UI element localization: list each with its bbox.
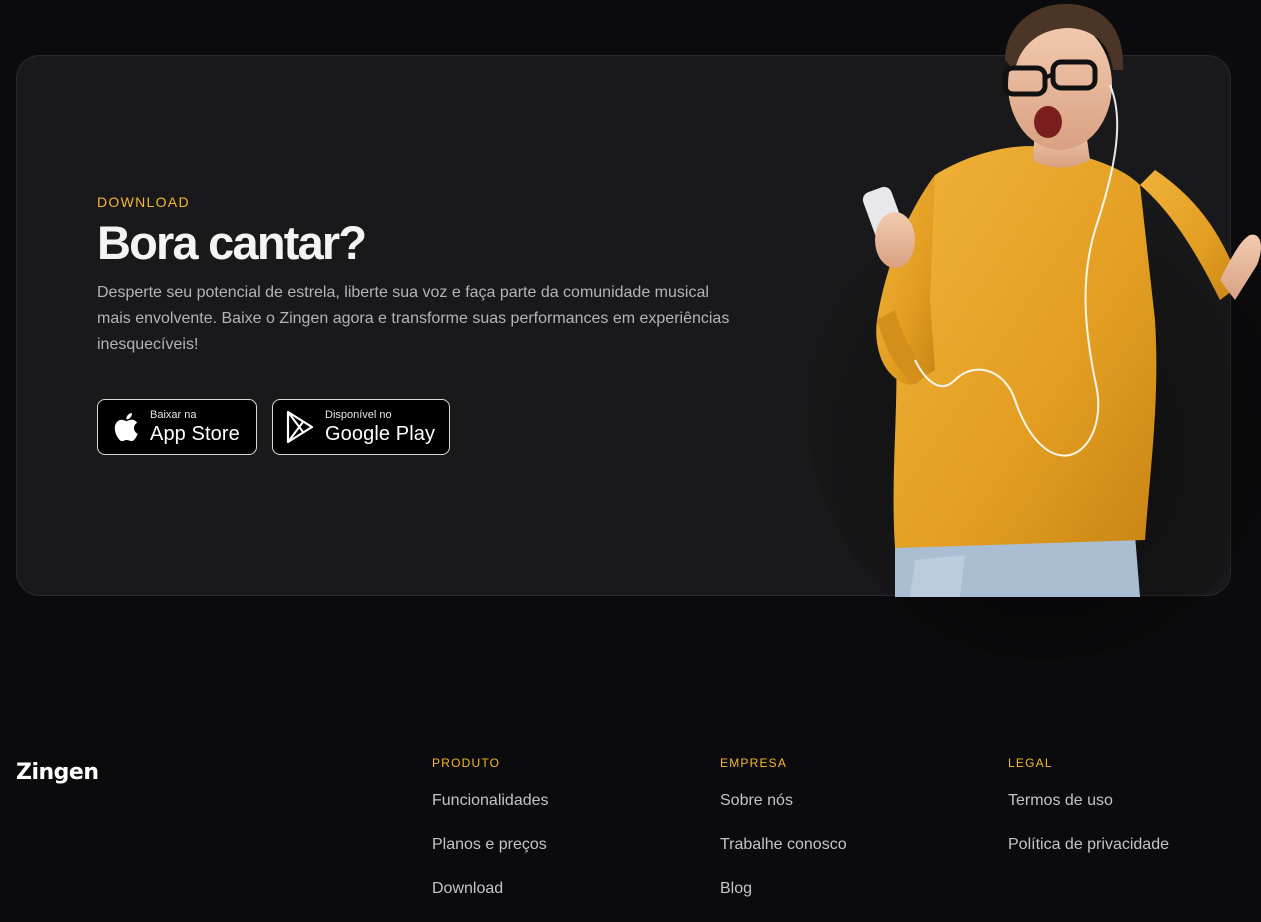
- google-play-label: Google Play: [325, 423, 436, 446]
- download-headline: Bora cantar?: [97, 216, 367, 269]
- footer-column-produto: PRODUTO Funcionalidades Planos e preços …: [432, 756, 549, 922]
- footer-column-title: LEGAL: [1008, 756, 1053, 770]
- footer-link-trabalhe[interactable]: Trabalhe conosco: [720, 836, 847, 853]
- footer-link-sobre[interactable]: Sobre nós: [720, 792, 793, 809]
- download-description: Desperte seu potencial de estrela, liber…: [97, 284, 730, 354]
- footer-link-download[interactable]: Download: [432, 880, 503, 897]
- google-play-icon: [285, 410, 315, 444]
- google-play-button[interactable]: Disponível no Google Play: [272, 399, 450, 456]
- app-store-text: Baixar na App Store: [150, 409, 240, 446]
- footer-column-empresa: EMPRESA Sobre nós Trabalhe conosco Blog: [720, 756, 847, 922]
- footer-link-termos[interactable]: Termos de uso: [1008, 792, 1113, 809]
- footer-column-title: EMPRESA: [720, 756, 788, 770]
- footer-link-planos[interactable]: Planos e preços: [432, 836, 547, 853]
- google-play-text: Disponível no Google Play: [325, 409, 436, 446]
- download-eyebrow: DOWNLOAD: [97, 194, 190, 210]
- footer-link-blog[interactable]: Blog: [720, 880, 752, 897]
- singer-photo: [805, 3, 1261, 660]
- apple-icon: [110, 410, 140, 444]
- page: DOWNLOAD Bora cantar? Desperte seu poten…: [0, 0, 1261, 922]
- app-store-button[interactable]: Baixar na App Store: [97, 399, 257, 456]
- download-content: DOWNLOAD Bora cantar? Desperte seu poten…: [97, 194, 757, 456]
- app-store-small-label: Baixar na: [150, 409, 197, 422]
- footer-logo[interactable]: Zingen: [16, 760, 99, 785]
- google-play-small-label: Disponível no: [325, 409, 392, 422]
- footer-column-legal: LEGAL Termos de uso Política de privacid…: [1008, 756, 1169, 878]
- footer-column-title: PRODUTO: [432, 756, 501, 770]
- app-store-label: App Store: [150, 423, 240, 446]
- footer-link-funcionalidades[interactable]: Funcionalidades: [432, 792, 549, 809]
- store-buttons: Baixar na App Store Disponível no Google…: [97, 399, 757, 456]
- footer-link-privacidade[interactable]: Política de privacidade: [1008, 836, 1169, 853]
